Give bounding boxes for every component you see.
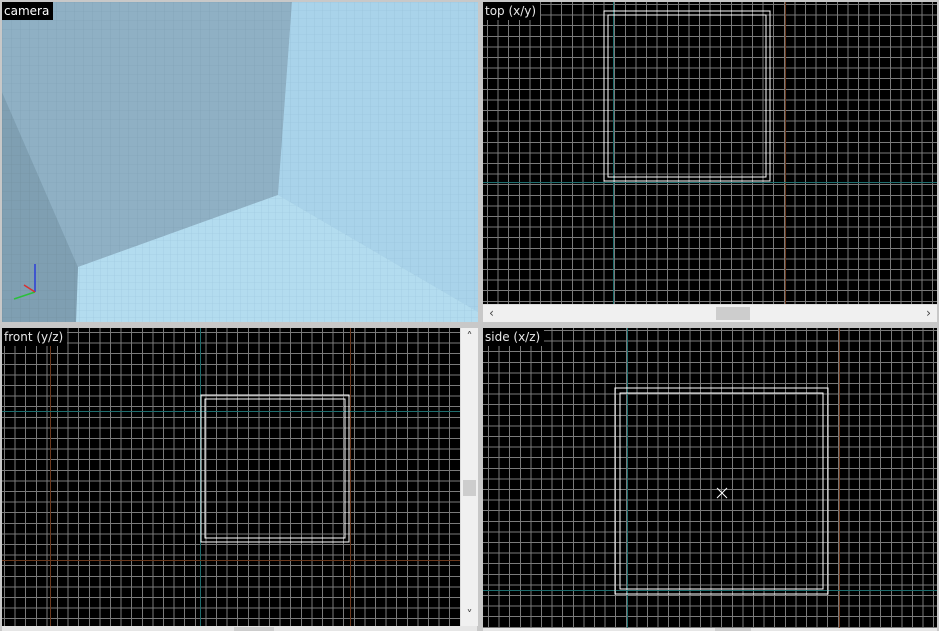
viewport-label-top: top (x/y): [483, 2, 541, 20]
scroll-left-icon[interactable]: ‹: [483, 305, 500, 321]
side-viewport[interactable]: side (x/z): [483, 328, 937, 628]
scroll-thumb[interactable]: [234, 627, 274, 631]
top-viewport[interactable]: top (x/y): [483, 2, 937, 304]
camera-3d-view[interactable]: [2, 2, 478, 322]
front-vertical-scrollbar[interactable]: ˄ ˅: [460, 328, 478, 626]
top-brush[interactable]: [483, 2, 937, 304]
viewport-label-side: side (x/z): [483, 328, 545, 346]
front-viewport[interactable]: front (y/z): [2, 328, 460, 626]
scroll-down-icon[interactable]: ˅: [461, 607, 478, 623]
camera-viewport[interactable]: camera: [2, 2, 478, 322]
front-horizontal-scrollbar[interactable]: [2, 626, 477, 631]
viewport-label-front: front (y/z): [2, 328, 68, 346]
scroll-right-icon[interactable]: ›: [920, 305, 937, 321]
front-brush[interactable]: [2, 328, 460, 626]
scroll-up-icon[interactable]: ˄: [461, 329, 478, 345]
top-horizontal-scrollbar[interactable]: ‹ ›: [483, 304, 937, 322]
brush-center-icon: [716, 487, 728, 499]
viewport-label-camera: camera: [2, 2, 54, 20]
scroll-thumb[interactable]: [463, 480, 476, 496]
side-brush[interactable]: [483, 328, 937, 628]
scroll-thumb[interactable]: [716, 307, 750, 320]
